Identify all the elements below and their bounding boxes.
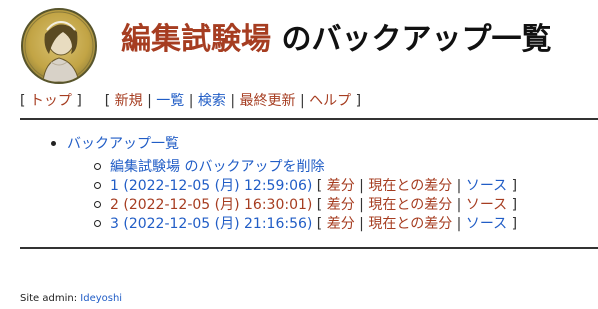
list-item: 3 (2022-12-05 (月) 21:16:56) [ 差分 | 現在との差… [94, 215, 517, 234]
delete-backup-link[interactable]: 編集試験場 のバックアップを削除 [110, 159, 324, 175]
list-item: 編集試験場 のバックアップを削除 [94, 158, 517, 177]
nav-top-link[interactable]: トップ [30, 93, 72, 109]
backup-list-heading-link[interactable]: バックアップ一覧 [67, 136, 179, 152]
circle-bullet [94, 181, 101, 189]
nav-close-bracket: ] [76, 93, 82, 109]
backup-1-diff-link[interactable]: 差分 [327, 178, 355, 194]
list-item: 1 (2022-12-05 (月) 12:59:06) [ 差分 | 現在との差… [94, 177, 517, 196]
footer-prefix: Site admin: [20, 293, 81, 304]
separator: | [456, 178, 462, 194]
bracket-close: ] [511, 216, 518, 232]
bracket-open: [ [316, 216, 323, 232]
nav-separator: | [147, 93, 152, 109]
backup-2-link[interactable]: 2 (2022-12-05 (月) 16:30:01) [110, 197, 312, 213]
backup-list: バックアップ一覧 編集試験場 のバックアップを削除 1 (2022-12-05 … [51, 134, 517, 232]
nav-bar: [ トップ ] [ 新規 | 一覧 | 検索 | 最終更新 | ヘルプ ] [20, 91, 361, 111]
separator: | [456, 216, 462, 232]
divider-top [20, 118, 598, 120]
site-logo[interactable] [21, 8, 97, 84]
separator: | [456, 197, 462, 213]
bracket-close: ] [511, 178, 518, 194]
page-title-suffix: のバックアップ一覧 [271, 22, 552, 57]
nav-separator: | [300, 93, 305, 109]
circle-bullet [94, 219, 101, 227]
page-title: 編集試験場 のバックアップ一覧 [121, 18, 551, 62]
nav-close-bracket: ] [355, 93, 362, 109]
nav-open-bracket: [ [20, 93, 26, 109]
site-admin-link[interactable]: Ideyoshi [80, 293, 122, 304]
backup-1-nowdiff-link[interactable]: 現在との差分 [368, 178, 452, 194]
backup-3-link[interactable]: 3 (2022-12-05 (月) 21:16:56) [110, 216, 312, 232]
nav-help-link[interactable]: ヘルプ [309, 93, 351, 109]
list-item: 2 (2022-12-05 (月) 16:30:01) [ 差分 | 現在との差… [94, 196, 517, 215]
divider-bottom [20, 247, 598, 249]
bracket-open: [ [316, 178, 323, 194]
separator: | [359, 178, 364, 194]
backup-2-diff-link[interactable]: 差分 [327, 197, 355, 213]
nav-separator: | [188, 93, 194, 109]
nav-search-link[interactable]: 検索 [198, 93, 226, 109]
page-title-link[interactable]: 編集試験場 [121, 22, 271, 57]
backup-2-nowdiff-link[interactable]: 現在との差分 [368, 197, 452, 213]
bracket-close: ] [511, 197, 518, 213]
backup-3-diff-link[interactable]: 差分 [327, 216, 355, 232]
nav-list-link[interactable]: 一覧 [156, 93, 184, 109]
backup-3-source-link[interactable]: ソース [466, 216, 507, 232]
bracket-open: [ [316, 197, 323, 213]
backup-1-source-link[interactable]: ソース [466, 178, 507, 194]
circle-bullet [94, 200, 101, 208]
backup-sublist: 編集試験場 のバックアップを削除 1 (2022-12-05 (月) 12:59… [94, 158, 517, 234]
nav-new-link[interactable]: 新規 [115, 93, 143, 109]
nav-open-bracket: [ [104, 93, 111, 109]
nav-separator: | [230, 93, 236, 109]
circle-bullet [94, 162, 101, 170]
separator: | [359, 216, 364, 232]
backup-list-heading-row: バックアップ一覧 [51, 134, 179, 154]
backup-3-nowdiff-link[interactable]: 現在との差分 [368, 216, 452, 232]
backup-2-source-link[interactable]: ソース [466, 197, 507, 213]
disc-bullet [51, 140, 56, 146]
nav-recent-link[interactable]: 最終更新 [240, 93, 296, 109]
site-footer: Site admin: Ideyoshi [20, 293, 122, 304]
backup-1-link[interactable]: 1 (2022-12-05 (月) 12:59:06) [110, 178, 312, 194]
separator: | [359, 197, 364, 213]
